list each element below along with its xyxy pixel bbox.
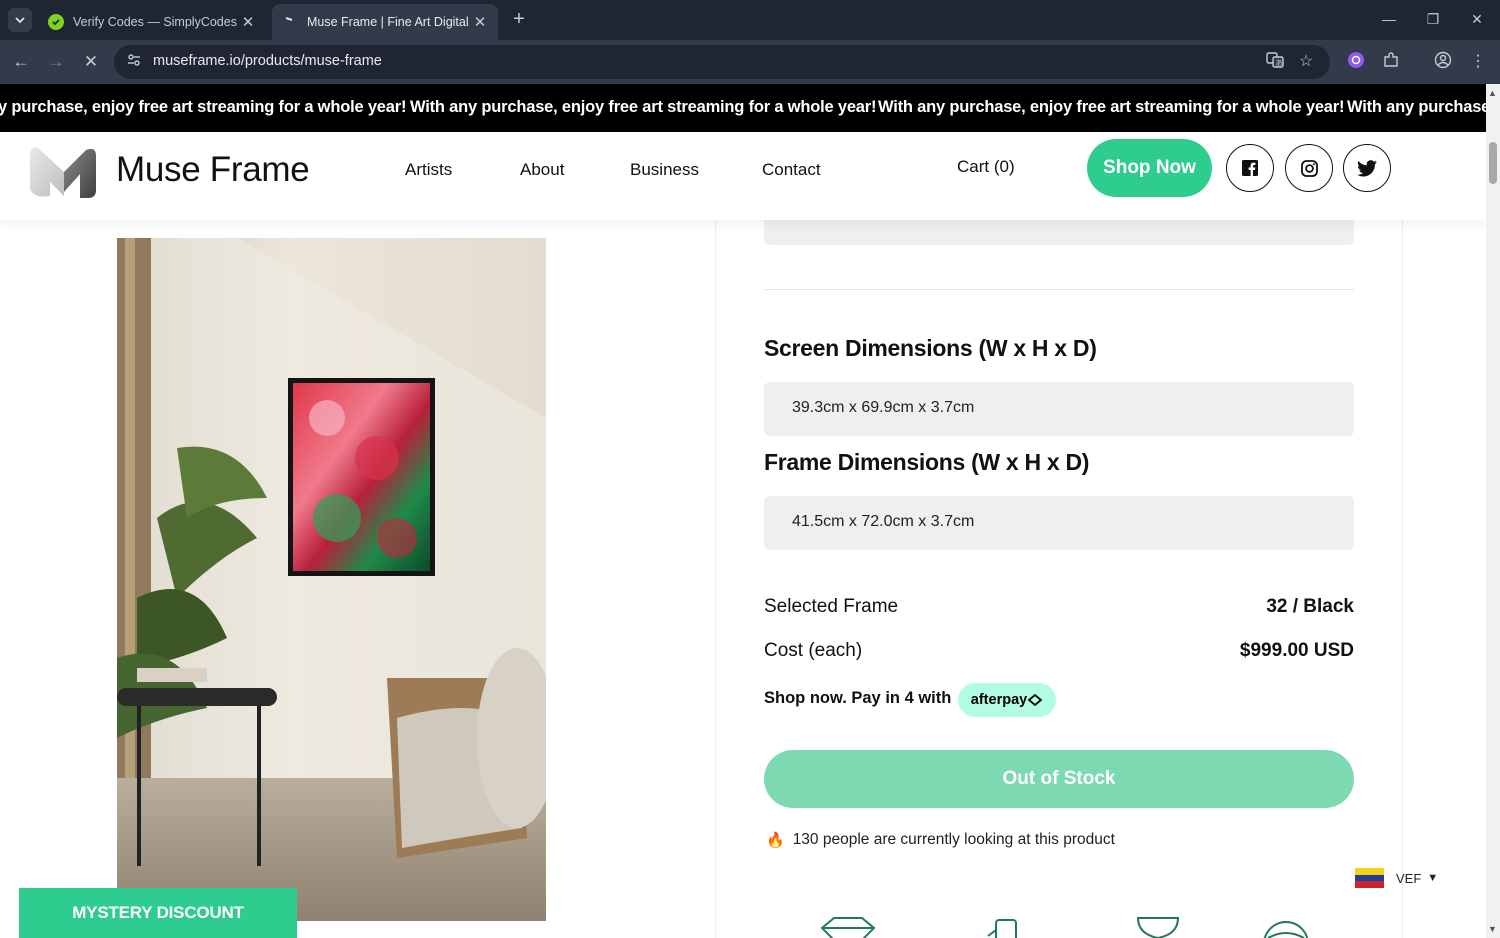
device-icon bbox=[987, 919, 1017, 938]
globe-icon bbox=[1263, 921, 1309, 938]
announcement-text: y purchase, enjoy free art streaming for… bbox=[0, 98, 407, 116]
afterpay-text: Shop now. Pay in 4 with bbox=[764, 689, 952, 707]
browser-menu-icon[interactable]: ⋮ bbox=[1467, 51, 1489, 73]
muse-frame-logo-icon[interactable] bbox=[28, 144, 98, 200]
restore-button[interactable]: ❐ bbox=[1418, 8, 1448, 32]
twitter-icon[interactable] bbox=[1343, 144, 1391, 192]
afterpay-arrows-icon bbox=[1027, 694, 1043, 706]
nav-business[interactable]: Business bbox=[630, 160, 699, 180]
tab-strip: Verify Codes — SimplyCodes ✕ Muse Frame … bbox=[0, 0, 1500, 40]
announcement-text: With any purchase, enjoy free art stream… bbox=[878, 98, 1345, 116]
announcement-text: With any purchase, bbox=[1347, 98, 1486, 116]
diamond-icon bbox=[820, 917, 876, 938]
shop-now-button[interactable]: Shop Now bbox=[1087, 139, 1212, 197]
afterpay-label: afterpay bbox=[970, 692, 1028, 708]
page-viewport: y purchase, enjoy free art streaming for… bbox=[0, 84, 1486, 938]
facebook-icon[interactable] bbox=[1226, 144, 1274, 192]
profile-icon[interactable] bbox=[1432, 51, 1454, 73]
selected-frame-label: Selected Frame bbox=[764, 596, 899, 617]
out-of-stock-button[interactable]: Out of Stock bbox=[764, 750, 1354, 808]
nav-about[interactable]: About bbox=[520, 160, 564, 180]
cost-label: Cost (each) bbox=[764, 640, 863, 661]
nav-artists[interactable]: Artists bbox=[405, 160, 452, 180]
scroll-up-icon[interactable]: ▲ bbox=[1488, 88, 1497, 98]
back-arrow-icon[interactable]: ← bbox=[10, 51, 32, 73]
svg-text:あ: あ bbox=[1276, 59, 1283, 67]
stop-loading-icon[interactable]: ✕ bbox=[80, 51, 102, 73]
frame-dimensions-box: 41.5cm x 72.0cm x 3.7cm bbox=[764, 496, 1354, 550]
nav-contact[interactable]: Contact bbox=[762, 160, 821, 180]
tab-simplycodes[interactable]: Verify Codes — SimplyCodes ✕ bbox=[38, 4, 266, 40]
site-info-icon[interactable] bbox=[124, 52, 144, 72]
currency-code: VEF bbox=[1396, 870, 1422, 886]
simplycodes-favicon-icon bbox=[48, 14, 64, 30]
viewers-notice: 🔥 130 people are currently looking at th… bbox=[766, 831, 1115, 849]
mystery-discount-button[interactable]: MYSTERY DISCOUNT bbox=[19, 888, 297, 938]
loading-favicon-icon bbox=[282, 14, 298, 30]
selected-frame-value: 32 / Black bbox=[1266, 596, 1354, 617]
close-tab-icon[interactable]: ✕ bbox=[240, 13, 256, 31]
cost-value: $999.00 USD bbox=[1239, 640, 1354, 661]
screen-dimensions-box: 39.3cm x 69.9cm x 3.7cm bbox=[764, 382, 1354, 436]
screen-dimensions-value: 39.3cm x 69.9cm x 3.7cm bbox=[792, 399, 975, 416]
announcement-bar: y purchase, enjoy free art streaming for… bbox=[0, 84, 1486, 132]
screen-dimensions-heading: Screen Dimensions (W x H x D) bbox=[764, 335, 1097, 361]
minimize-button[interactable]: — bbox=[1374, 8, 1404, 32]
chevron-down-icon bbox=[15, 17, 25, 24]
forward-arrow-icon[interactable]: → bbox=[45, 51, 67, 73]
cart-link[interactable]: Cart (0) bbox=[957, 157, 1015, 177]
column-divider bbox=[1402, 220, 1403, 938]
url-text[interactable]: museframe.io/products/muse-frame bbox=[153, 53, 382, 69]
close-window-button[interactable]: ✕ bbox=[1462, 8, 1492, 32]
trophy-icon bbox=[1136, 917, 1180, 938]
section-divider bbox=[764, 289, 1354, 290]
tab-museframe[interactable]: Muse Frame | Fine Art Digital Fr ✕ bbox=[272, 4, 498, 40]
currency-selector[interactable]: VEF ▼ bbox=[1355, 868, 1439, 889]
tab-title: Verify Codes — SimplyCodes bbox=[73, 15, 237, 29]
announcement-text: With any purchase, enjoy free art stream… bbox=[410, 98, 877, 116]
site-header: Muse Frame Artists About Business Contac… bbox=[0, 132, 1486, 220]
translate-icon[interactable]: あ bbox=[1264, 51, 1286, 73]
bookmark-star-icon[interactable]: ☆ bbox=[1295, 51, 1317, 73]
caret-down-icon: ▼ bbox=[1427, 872, 1439, 884]
frame-dimensions-value: 41.5cm x 72.0cm x 3.7cm bbox=[792, 513, 975, 530]
close-tab-icon[interactable]: ✕ bbox=[472, 13, 488, 31]
tab-title: Muse Frame | Fine Art Digital Fr bbox=[307, 15, 472, 29]
brand-name[interactable]: Muse Frame bbox=[116, 150, 310, 190]
product-image[interactable] bbox=[117, 238, 546, 921]
fire-icon: 🔥 bbox=[766, 832, 785, 849]
frame-dimensions-heading: Frame Dimensions (W x H x D) bbox=[764, 449, 1090, 475]
tab-search-button[interactable] bbox=[8, 8, 32, 32]
column-divider bbox=[715, 220, 716, 938]
extensions-puzzle-icon[interactable] bbox=[1380, 51, 1402, 73]
new-tab-button[interactable]: + bbox=[508, 8, 530, 30]
instagram-icon[interactable] bbox=[1285, 144, 1333, 192]
page-scrollbar[interactable] bbox=[1486, 84, 1500, 938]
afterpay-badge[interactable]: afterpay bbox=[958, 683, 1056, 717]
viewers-text: 130 people are currently looking at this… bbox=[792, 831, 1115, 848]
venezuela-flag-icon bbox=[1355, 868, 1384, 889]
scroll-down-icon[interactable]: ▼ bbox=[1488, 924, 1497, 934]
scrollbar-thumb[interactable] bbox=[1489, 142, 1497, 184]
extension-purple-icon[interactable] bbox=[1345, 51, 1367, 73]
